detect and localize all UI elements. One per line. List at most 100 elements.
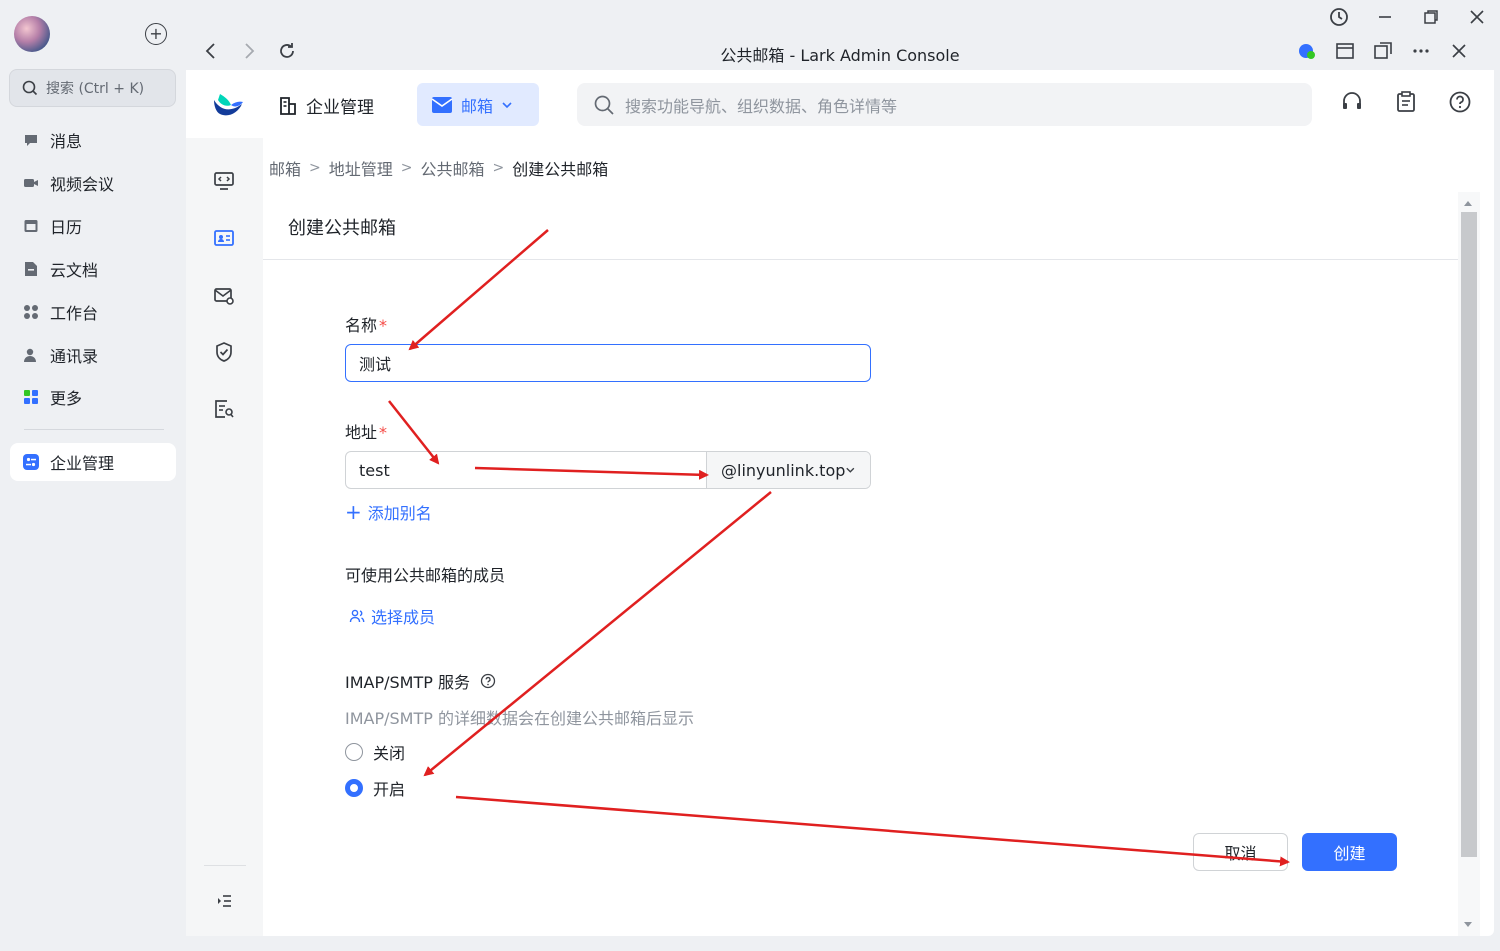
avatar[interactable] — [14, 16, 50, 52]
sidebar-item-workplace[interactable]: 工作台 — [10, 293, 176, 331]
global-search-input[interactable]: 搜索 (Ctrl + K) — [9, 69, 176, 107]
address-input[interactable]: test — [346, 452, 706, 488]
chevron-right-icon: > — [309, 160, 321, 176]
rail-item-mail-settings[interactable] — [208, 280, 240, 312]
search-icon — [594, 95, 614, 115]
close-window-button[interactable] — [1454, 0, 1500, 34]
address-input-value: test — [359, 460, 390, 480]
radio-off-label: 关闭 — [373, 744, 406, 763]
mail-settings-icon — [214, 288, 234, 305]
breadcrumb-current: 创建公共邮箱 — [512, 160, 609, 179]
sidebar-item-docs[interactable]: 云文档 — [10, 250, 176, 288]
name-label-text: 名称 — [345, 316, 378, 335]
breadcrumb-item[interactable]: 地址管理 — [329, 156, 393, 180]
support-button[interactable] — [1340, 90, 1364, 118]
radio-button[interactable] — [345, 743, 363, 761]
console-rail — [186, 138, 263, 936]
chevron-left-icon — [205, 43, 215, 59]
back-button[interactable] — [200, 40, 222, 66]
minimize-button[interactable] — [1362, 0, 1408, 34]
create-button[interactable]: 创建 — [1302, 833, 1397, 871]
imap-label: IMAP/SMTP 服务 — [345, 669, 496, 693]
minimize-icon — [1379, 16, 1391, 18]
restore-icon — [1424, 10, 1438, 24]
window-icon — [1336, 43, 1354, 59]
title-divider — [263, 259, 1458, 260]
address-field-group: test @linyunlink.top — [345, 451, 871, 489]
scroll-down-icon[interactable] — [1462, 920, 1474, 930]
forward-button[interactable] — [238, 40, 260, 66]
radio-button-checked[interactable] — [345, 779, 363, 797]
help-icon[interactable] — [480, 673, 496, 689]
mail-icon — [431, 96, 453, 113]
create-new-button[interactable]: + — [145, 23, 167, 45]
name-input[interactable]: 测试 — [345, 344, 871, 382]
id-card-icon — [214, 230, 234, 246]
domain-select[interactable]: @linyunlink.top — [706, 452, 870, 488]
scroll-up-icon[interactable] — [1462, 198, 1474, 208]
console-search-input[interactable]: 搜索功能导航、组织数据、角色详情等 — [577, 83, 1312, 126]
building-icon — [280, 96, 296, 115]
window-controls — [1316, 0, 1500, 34]
reload-button[interactable] — [276, 40, 298, 66]
admin-title: 企业管理 — [278, 93, 374, 118]
copilot-button[interactable] — [1296, 40, 1318, 66]
calendar-icon — [22, 217, 40, 235]
rail-item-address[interactable] — [208, 222, 240, 254]
help-button[interactable] — [1448, 90, 1472, 118]
search-icon — [22, 80, 38, 96]
more-apps-icon — [22, 388, 40, 406]
restore-button[interactable] — [1408, 0, 1454, 34]
chevron-right-icon: > — [492, 160, 505, 176]
sidebar-item-label: 工作台 — [50, 304, 99, 323]
sidebar-item-admin[interactable]: 企业管理 — [10, 443, 176, 481]
product-switcher-label: 邮箱 — [461, 96, 494, 116]
sidebar-item-contacts[interactable]: 通讯录 — [10, 336, 176, 374]
history-icon — [1330, 8, 1348, 26]
clipboard-icon — [1397, 91, 1415, 112]
more-button[interactable] — [1410, 40, 1432, 66]
select-members-text: 选择成员 — [371, 608, 436, 627]
console-search-placeholder: 搜索功能导航、组织数据、角色详情等 — [625, 96, 898, 116]
close-tab-button[interactable] — [1448, 40, 1470, 66]
tab-actions — [1296, 40, 1470, 66]
breadcrumb-item[interactable]: 邮箱 — [269, 156, 301, 180]
rail-item-audit[interactable] — [208, 393, 240, 425]
popout-button[interactable] — [1372, 40, 1394, 66]
history-button[interactable] — [1316, 0, 1362, 34]
tasks-button[interactable] — [1394, 90, 1418, 118]
chevron-right-icon: > — [400, 160, 413, 176]
sidebar-item-label: 企业管理 — [50, 454, 115, 473]
rail-item-security[interactable] — [208, 336, 240, 368]
contacts-icon — [22, 346, 40, 364]
sidebar-item-label: 视频会议 — [50, 175, 115, 194]
open-window-button[interactable] — [1334, 40, 1356, 66]
window-title: 公共邮箱 - Lark Admin Console — [720, 46, 960, 65]
sidebar-item-more[interactable]: 更多 — [10, 378, 176, 416]
breadcrumb-item[interactable]: 公共邮箱 — [421, 156, 485, 180]
collapse-rail-button[interactable] — [208, 885, 240, 917]
search-placeholder: 搜索 (Ctrl + K) — [46, 81, 145, 97]
sidebar-item-label: 更多 — [50, 389, 83, 408]
sidebar-item-calendar[interactable]: 日历 — [10, 207, 176, 245]
product-switcher[interactable]: 邮箱 — [417, 83, 539, 126]
add-alias-link[interactable]: + 添加别名 — [345, 500, 432, 524]
plus-icon: + — [345, 500, 362, 524]
sidebar-item-label: 日历 — [50, 218, 83, 237]
radio-imap-on[interactable]: 开启 — [345, 776, 405, 800]
workplace-icon — [22, 303, 40, 321]
video-meeting-icon — [22, 174, 40, 192]
radio-imap-off[interactable]: 关闭 — [345, 740, 405, 764]
scrollbar-thumb[interactable] — [1461, 212, 1477, 857]
copilot-icon — [1299, 44, 1315, 59]
sidebar-item-video-meeting[interactable]: 视频会议 — [10, 164, 176, 202]
admin-icon — [22, 453, 40, 471]
user-group-icon — [349, 609, 365, 623]
select-members-link[interactable]: 选择成员 — [349, 604, 435, 628]
chevron-right-icon — [245, 43, 255, 59]
headset-icon — [1343, 92, 1361, 109]
cancel-button[interactable]: 取消 — [1193, 833, 1288, 871]
sidebar-item-messages[interactable]: 消息 — [10, 121, 176, 159]
rail-item-dev[interactable] — [208, 165, 240, 197]
sidebar-divider — [24, 429, 164, 430]
